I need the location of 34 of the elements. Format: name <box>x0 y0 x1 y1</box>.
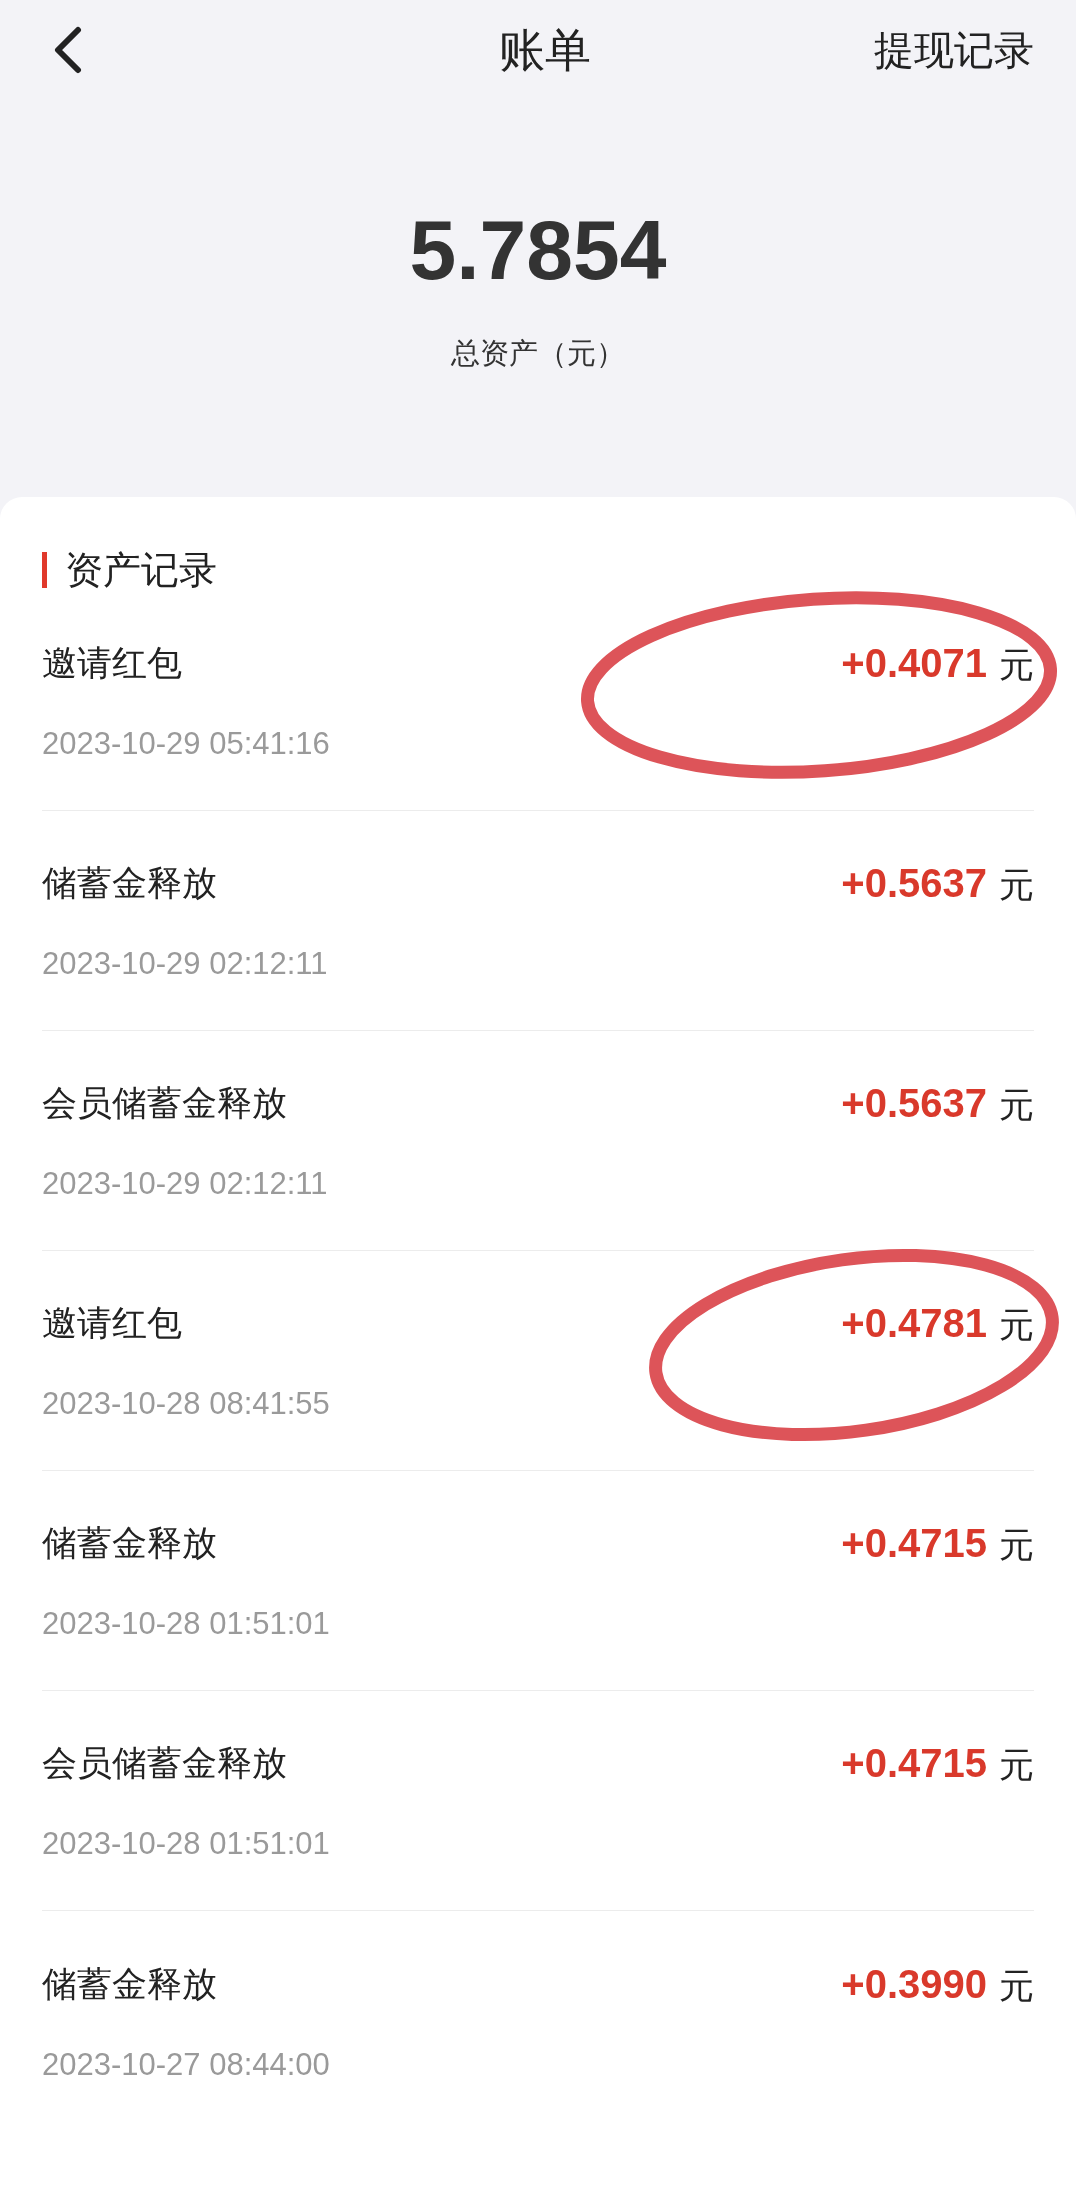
currency-unit: 元 <box>999 1304 1034 1347</box>
record-title: 会员储蓄金释放 <box>42 1082 287 1124</box>
record-title: 邀请红包 <box>42 642 182 684</box>
record-time: 2023-10-28 01:51:01 <box>42 1605 331 1644</box>
record-time: 2023-10-29 02:12:11 <box>42 945 329 984</box>
currency-unit: 元 <box>999 864 1034 907</box>
record-title: 储蓄金释放 <box>42 1962 217 2005</box>
balance-amount: 5.7854 <box>409 208 667 292</box>
record-amount: +0.4071 <box>841 640 987 688</box>
record-amount: +0.5637 <box>841 860 987 908</box>
record-amount: +0.4781 <box>841 1300 987 1348</box>
record-time: 2023-10-29 05:41:16 <box>42 725 331 764</box>
section-marker <box>42 552 47 588</box>
record-amount: +0.4715 <box>841 1740 987 1788</box>
record-time: 2023-10-28 08:41:55 <box>42 1385 331 1424</box>
record-time: 2023-10-29 02:12:11 <box>42 1165 329 1204</box>
record-amount: +0.4715 <box>841 1520 987 1568</box>
record-title: 储蓄金释放 <box>42 862 217 904</box>
section-title: 资产记录 <box>65 547 217 593</box>
currency-unit: 元 <box>999 1964 1034 2007</box>
record-amount: +0.5637 <box>841 1080 987 1128</box>
balance-label: 总资产（元） <box>451 336 625 371</box>
currency-unit: 元 <box>999 644 1034 687</box>
record-time: 2023-10-27 08:44:00 <box>42 2045 331 2084</box>
page-title: 账单 <box>499 22 591 78</box>
currency-unit: 元 <box>999 1084 1034 1127</box>
record-time: 2023-10-28 01:51:01 <box>42 1825 331 1864</box>
currency-unit: 元 <box>999 1744 1034 1787</box>
withdraw-history-link[interactable]: 提现记录 <box>874 20 1034 80</box>
record-title: 邀请红包 <box>42 1302 182 1344</box>
currency-unit: 元 <box>999 1524 1034 1567</box>
record-title: 储蓄金释放 <box>42 1522 217 1564</box>
record-title: 会员储蓄金释放 <box>42 1742 287 1784</box>
record-amount: +0.3990 <box>841 1960 987 2008</box>
